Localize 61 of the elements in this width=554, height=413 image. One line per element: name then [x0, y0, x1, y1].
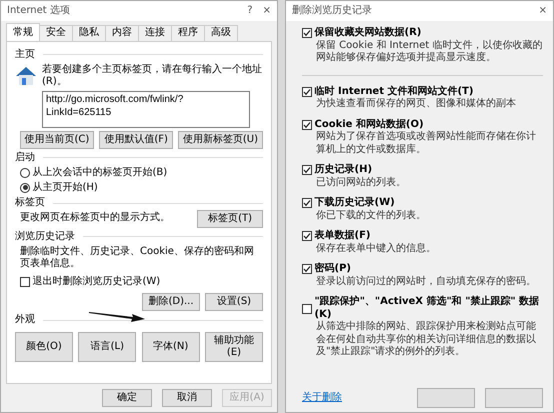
option-description: 为快速查看而保存的网页、图像和媒体的副本: [315, 98, 517, 110]
window-title: 删除浏览历史记录: [292, 4, 373, 18]
home-page-button[interactable]: 使用新标签页(U): [178, 130, 263, 148]
radio-button[interactable]: [20, 182, 30, 193]
checkbox[interactable]: [302, 28, 312, 38]
checkbox[interactable]: [302, 304, 312, 314]
history-button[interactable]: 删除(D)...: [142, 293, 200, 311]
option-description: 登录以前访问过的网站时，自动填充保存的密码。: [315, 276, 537, 288]
checkbox[interactable]: [302, 231, 312, 242]
option-description: 保留 Cookie 和 Internet 临时文件，以使你收藏的网站能够保存偏好选项并提高显示速度。: [315, 40, 543, 64]
arrow-drawing: [89, 310, 145, 322]
option-label: Cookie 和网站数据(O): [314, 118, 424, 130]
url-input-field[interactable]: http://go.microsoft.com/fwlink/?LinkId=625115: [42, 91, 250, 128]
house-icon: [15, 66, 37, 86]
option-label: 保留收藏夹网站数据(R): [314, 27, 422, 40]
radio-label: 从主页开始(H): [32, 182, 98, 194]
checkbox[interactable]: [302, 165, 312, 176]
section-text: 更改网页在标签页中的显示方式。: [20, 212, 170, 225]
option-description: 保存在表单中键入的信息。: [315, 242, 437, 255]
tabs-settings-button[interactable]: 标签页(T): [197, 210, 263, 228]
help-link[interactable]: 关于删除: [302, 392, 342, 404]
appearance-button[interactable]: 辅助功能(E): [204, 332, 263, 362]
home-page-button[interactable]: 使用默认值(F): [99, 130, 173, 148]
appearance-button[interactable]: 颜色(O): [15, 332, 73, 362]
section-heading: 标签页: [15, 197, 45, 210]
help-button[interactable]: ?: [247, 4, 253, 18]
window-title: Internet 选项: [7, 4, 71, 18]
option-description: 从筛选中排除的网站、跟踪保护用来检测站点可能会在何处自动共享你的相关访问详细信息的数据以及"禁止跟踪"请求的例外的列表。: [315, 321, 537, 358]
section-text: 删除临时文件、历史记录、Cookie、保存的密码和网页表单信息。: [20, 246, 255, 270]
history-button[interactable]: 设置(S): [205, 293, 263, 311]
option-description: 网站为了保存首选项或改善网站性能而存储在你计算机上的文件或数据库。: [315, 131, 537, 156]
option-label: 密码(P): [314, 263, 351, 276]
close-button[interactable]: ×: [262, 4, 271, 18]
hint-text: 若要创建多个主页标签页，请在每行输入一个地址(R)。: [42, 64, 263, 88]
option-description: 你已下载的文件的列表。: [315, 210, 427, 222]
section-heading: 外观: [15, 314, 35, 326]
tab[interactable]: 高级: [204, 25, 238, 40]
checkbox[interactable]: [302, 264, 312, 274]
checkbox[interactable]: [20, 276, 30, 287]
option-label: 下载历史记录(W): [314, 197, 395, 210]
tab[interactable]: 常规: [6, 23, 40, 40]
dialog-button[interactable]: 取消: [162, 389, 212, 407]
option-label: 临时 Internet 文件和网站文件(T): [314, 86, 474, 98]
option-label: 表单数据(F): [314, 230, 370, 242]
appearance-button[interactable]: 语言(L): [78, 332, 136, 362]
section-heading: 主页: [15, 48, 35, 61]
dialog-button[interactable]: 确定: [102, 389, 152, 407]
radio-label: 从上次会话中的标签页开始(B): [32, 166, 168, 179]
section-heading: 浏览历史记录: [15, 230, 75, 243]
appearance-button[interactable]: 字体(N): [142, 332, 200, 362]
checkbox[interactable]: [302, 86, 312, 97]
option-label: "跟踪保护"、"ActiveX 筛选"和 "禁止跟踪" 数据(K): [314, 296, 540, 320]
checkbox[interactable]: [302, 120, 312, 130]
checkbox[interactable]: [302, 198, 312, 208]
section-heading: 启动: [15, 152, 35, 164]
home-page-button[interactable]: 使用当前页(C): [20, 130, 94, 148]
option-description: 已访问网站的列表。: [315, 176, 407, 189]
checkbox-label: 退出时删除浏览历史记录(W): [32, 276, 160, 288]
radio-button[interactable]: [20, 168, 30, 178]
close-button[interactable]: ×: [538, 4, 547, 18]
option-label: 历史记录(H): [314, 164, 372, 176]
